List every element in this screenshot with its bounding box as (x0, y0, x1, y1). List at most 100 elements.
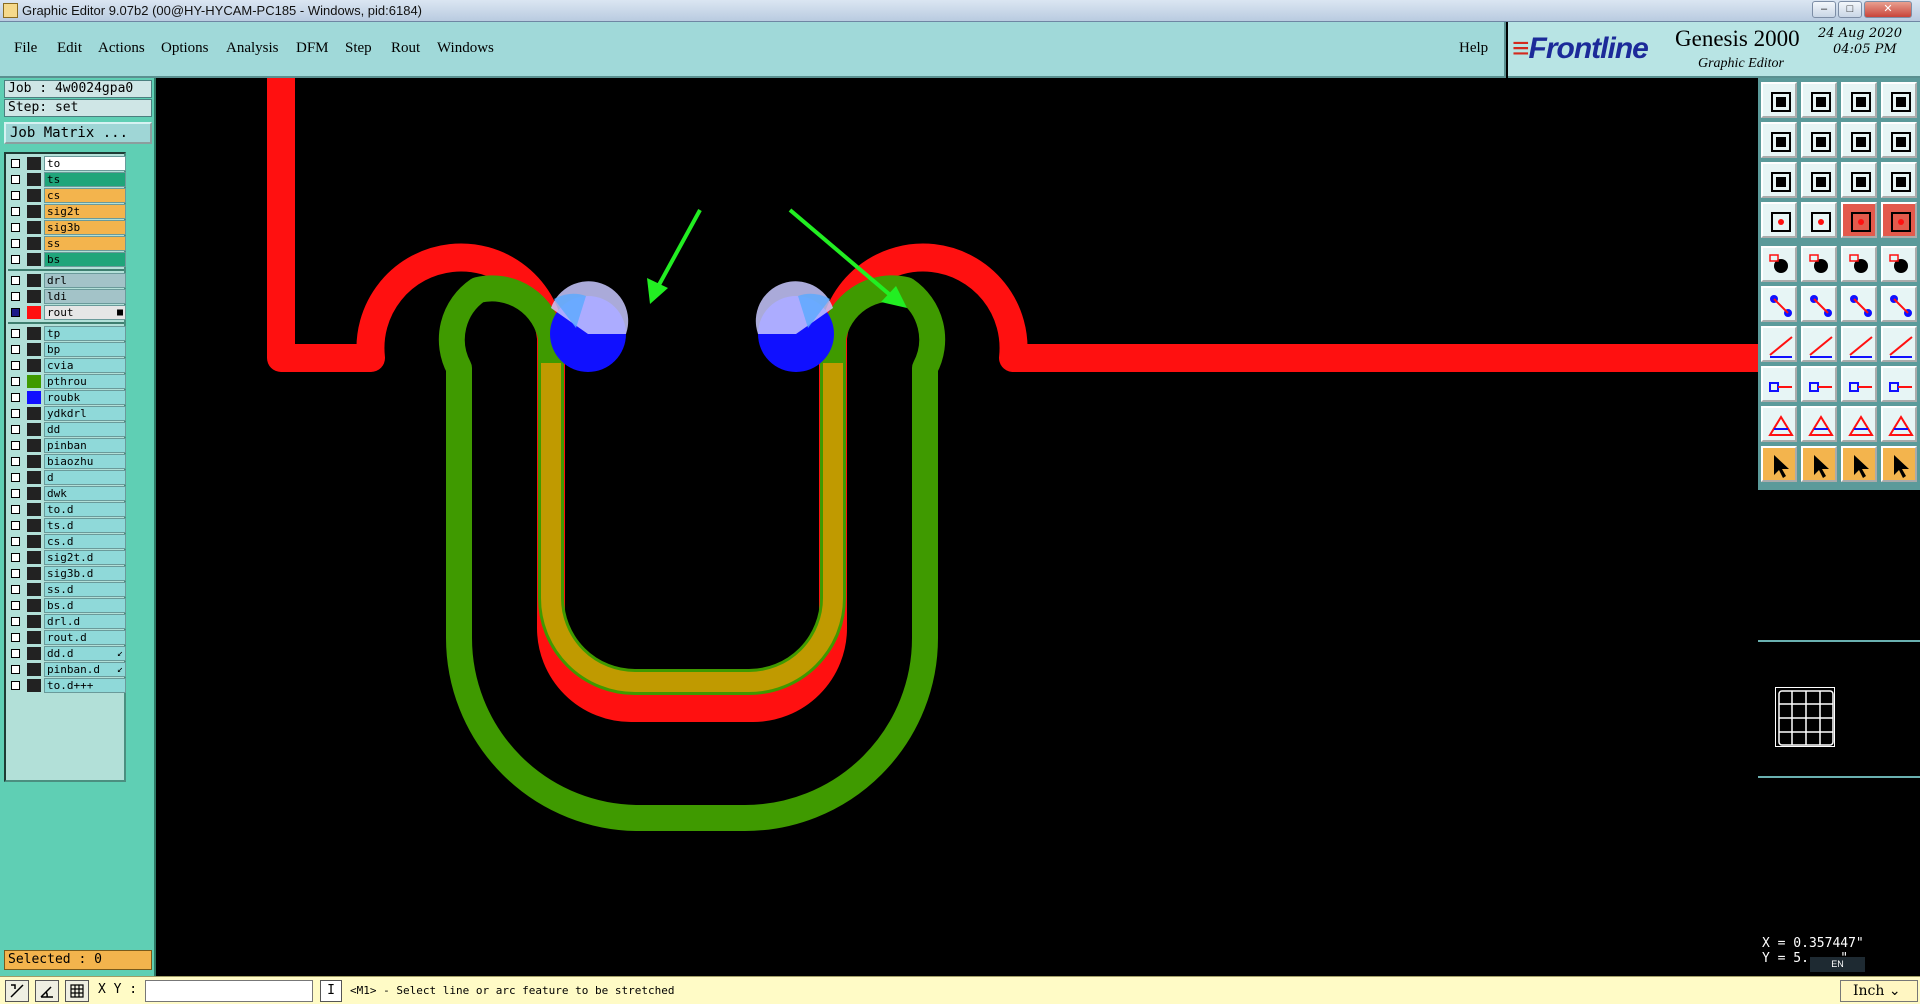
layer-row-drl-d[interactable]: drl.d (8, 614, 126, 629)
layer-name[interactable]: dd.d ↙ (44, 646, 126, 661)
layer-color-swatch[interactable] (27, 679, 41, 692)
layer-row-bs-d[interactable]: bs.d (8, 598, 126, 613)
layer-row-bs[interactable]: bs (8, 252, 126, 267)
layer-row-sig3b-d[interactable]: sig3b.d (8, 566, 126, 581)
layer-row-sig2t[interactable]: sig2t (8, 204, 126, 219)
zoom-center-icon[interactable] (1801, 162, 1837, 198)
layer-row-d[interactable]: d (8, 470, 126, 485)
layer-checkbox[interactable] (11, 553, 20, 562)
layer-name[interactable]: pthrou (44, 374, 126, 389)
layer-row-ldi[interactable]: ldi (8, 289, 126, 304)
move-node-icon[interactable] (1841, 286, 1877, 322)
layer-checkbox[interactable] (11, 255, 20, 264)
layer-checkbox[interactable] (11, 585, 20, 594)
layer-name[interactable]: ts.d (44, 518, 126, 533)
layer-name[interactable]: to (44, 156, 126, 171)
layer-checkbox[interactable] (11, 175, 20, 184)
layer-stack-red2-icon[interactable] (1881, 202, 1917, 238)
layer-row-to-d-[interactable]: to.d+++ (8, 678, 126, 693)
layer-color-swatch[interactable] (27, 173, 41, 186)
layer-color-swatch[interactable] (27, 327, 41, 340)
layer-row-biaozhu[interactable]: biaozhu (8, 454, 126, 469)
layer-color-swatch[interactable] (27, 439, 41, 452)
menu-help[interactable]: Help (1459, 40, 1488, 57)
next-step-icon[interactable] (1801, 122, 1837, 158)
layer-row-cvia[interactable]: cvia (8, 358, 126, 373)
layer-checkbox[interactable] (11, 345, 20, 354)
layer-name[interactable]: drl.d (44, 614, 126, 629)
layer-name[interactable]: dwk (44, 486, 126, 501)
pointer-icon[interactable] (1761, 446, 1797, 482)
layer-color-swatch[interactable] (27, 221, 41, 234)
graphic-canvas[interactable] (156, 78, 1758, 976)
layer-color-swatch[interactable] (27, 583, 41, 596)
add-pad-icon[interactable] (1761, 246, 1797, 282)
layer-checkbox[interactable] (11, 649, 20, 658)
layer-row-bp[interactable]: bp (8, 342, 126, 357)
layer-row-sig3b[interactable]: sig3b (8, 220, 126, 235)
zoom-fit-icon[interactable] (1761, 162, 1797, 198)
layer-stack-red-icon[interactable] (1841, 202, 1877, 238)
text-a3-icon[interactable] (1881, 406, 1917, 442)
layer-checkbox[interactable] (11, 505, 20, 514)
layer-color-swatch[interactable] (27, 205, 41, 218)
layer-name[interactable]: pinban.d ↙ (44, 662, 126, 677)
layer-color-swatch[interactable] (27, 375, 41, 388)
layer-color-swatch[interactable] (27, 359, 41, 372)
select-pointer-icon[interactable] (1801, 446, 1837, 482)
layer-name[interactable]: sig2t.d (44, 550, 126, 565)
layer-row-ss[interactable]: ss (8, 236, 126, 251)
layer-color-swatch[interactable] (27, 189, 41, 202)
layer-color-swatch[interactable] (27, 306, 41, 319)
rout-line-left[interactable] (267, 78, 1758, 722)
layer-row-ts[interactable]: ts (8, 172, 126, 187)
layer-name[interactable]: ss.d (44, 582, 126, 597)
layer-color-swatch[interactable] (27, 551, 41, 564)
layer-checkbox[interactable] (11, 207, 20, 216)
menu-options[interactable]: Options (161, 40, 209, 57)
text-a2-icon[interactable] (1841, 406, 1877, 442)
redraw-icon[interactable] (1881, 122, 1917, 158)
layer-name[interactable]: drl (44, 273, 126, 288)
prompt-cursor-icon[interactable]: I (320, 980, 342, 1002)
fill-circle-icon[interactable] (1881, 246, 1917, 282)
layer-checkbox[interactable] (11, 308, 20, 317)
layer-name[interactable]: ts (44, 172, 126, 187)
home-icon[interactable] (1841, 82, 1877, 118)
layer-checkbox[interactable] (11, 569, 20, 578)
layer-name[interactable]: ss (44, 236, 126, 251)
pcb-drawing[interactable] (156, 78, 1758, 976)
menu-file[interactable]: File (14, 40, 37, 57)
layer-row-to[interactable]: to (8, 156, 126, 171)
layer-checkbox[interactable] (11, 601, 20, 610)
layer-color-swatch[interactable] (27, 615, 41, 628)
menu-dfm[interactable]: DFM (296, 40, 329, 57)
align-icon[interactable] (1881, 326, 1917, 362)
job-matrix-button[interactable]: Job Matrix ... (4, 122, 152, 144)
split-node-icon[interactable] (1881, 286, 1917, 322)
maximize-button[interactable]: □ (1838, 1, 1862, 18)
layer-color-swatch[interactable] (27, 663, 41, 676)
xy-input[interactable] (145, 980, 313, 1002)
add-feature-icon[interactable] (1761, 366, 1797, 402)
node-connect-icon[interactable] (1761, 286, 1797, 322)
units-selector[interactable]: Inch ⌄ (1840, 980, 1918, 1002)
layer-checkbox[interactable] (11, 329, 20, 338)
layer-name[interactable]: dd (44, 422, 126, 437)
menu-windows[interactable]: Windows (437, 40, 494, 57)
layer-row-ydkdrl[interactable]: ydkdrl (8, 406, 126, 421)
minimize-button[interactable]: – (1812, 1, 1836, 18)
layer-checkbox[interactable] (11, 425, 20, 434)
layer-name[interactable]: tp (44, 326, 126, 341)
layer-row-pthrou[interactable]: pthrou (8, 374, 126, 389)
layer-color-swatch[interactable] (27, 407, 41, 420)
layer-row-cs[interactable]: cs (8, 188, 126, 203)
angle-mode-icon[interactable] (35, 980, 59, 1002)
layer-checkbox[interactable] (11, 665, 20, 674)
menu-step[interactable]: Step (345, 40, 372, 57)
layer-row-tp[interactable]: tp (8, 326, 126, 341)
layer-color-swatch[interactable] (27, 519, 41, 532)
layer-color-swatch[interactable] (27, 290, 41, 303)
layer-row-pinban-d[interactable]: pinban.d ↙ (8, 662, 126, 677)
layer-name[interactable]: roubk (44, 390, 126, 405)
